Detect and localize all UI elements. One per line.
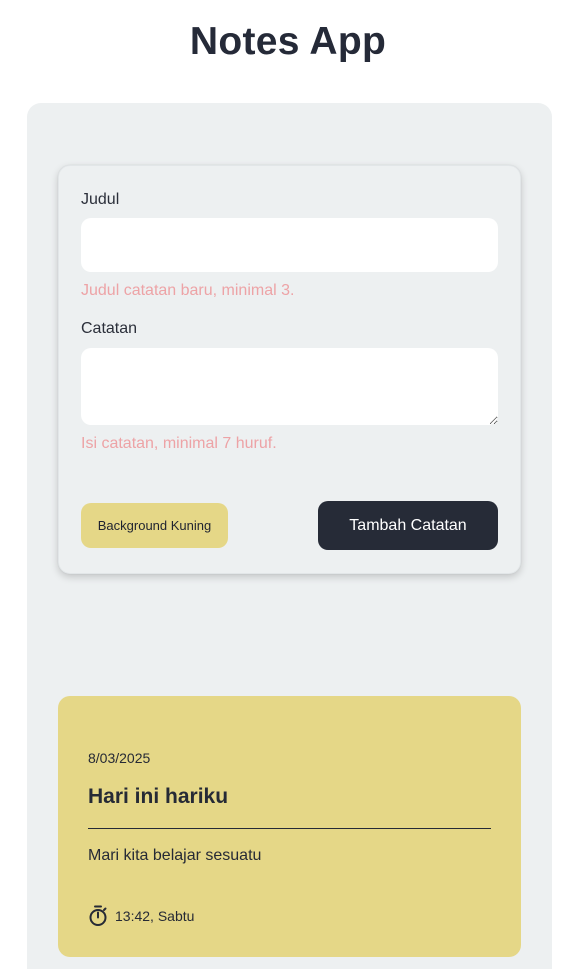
note-time-text: 13:42, Sabtu [115,908,195,924]
note-label: Catatan [81,320,138,337]
title-hint: Judul catatan baru, minimal 3. [81,282,295,299]
title-input[interactable] [81,218,498,272]
add-note-button[interactable]: Tambah Catatan [318,501,498,550]
note-date: 8/03/2025 [88,750,151,766]
note-title: Hari ini hariku [88,785,229,808]
note-hint: Isi catatan, minimal 7 huruf. [81,435,277,452]
note-divider [88,828,491,829]
note-textarea[interactable] [81,348,498,425]
app-title: Notes App [189,20,387,63]
note-body: Mari kita belajar sesuatu [88,847,262,864]
timer-icon [88,905,108,927]
note-time: 13:42, Sabtu [88,904,194,928]
background-yellow-button[interactable]: Background Kuning [81,503,228,548]
title-label: Judul [81,191,120,208]
